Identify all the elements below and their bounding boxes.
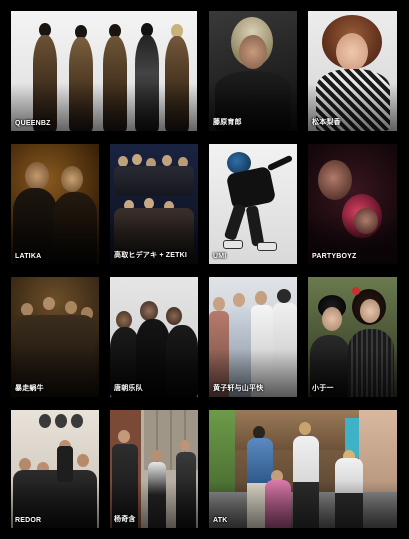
artist-tile-queenbz[interactable]: QUEENBZ [11,11,197,131]
artist-name: QUEENBZ [15,120,51,127]
artist-tile-matsumoto[interactable]: 松本梨香 [308,11,397,131]
artist-tile-xiaoyuyi[interactable]: 小于一 [308,277,397,397]
artist-name: PARTYBOYZ [312,253,357,260]
artist-name: ATK [213,517,228,524]
artist-tile-latika[interactable]: LATIKA [11,144,99,264]
artist-name: 唐朝乐队 [114,385,143,392]
artist-name: 藤原育郎 [213,119,242,126]
artist-photo [209,144,297,264]
artist-tile-umi[interactable]: UMI [209,144,297,264]
artist-tile-atk[interactable]: ATK [209,410,397,528]
artist-name: REDOR [15,517,42,524]
artist-name: UMI [213,253,227,260]
artist-name: 小于一 [312,385,334,392]
artist-name: 暴走蜗牛 [15,385,44,392]
artist-name: 杨奇含 [114,516,136,523]
artist-tile-redor[interactable]: REDOR [11,410,99,528]
artist-tile-huang-zixuan[interactable]: 黄子轩与山平快 [209,277,297,397]
artist-tile-fujiwara[interactable]: 藤原育郎 [209,11,297,131]
artist-tile-yang-qihan[interactable]: 杨奇含 [110,410,198,528]
artist-name: 黄子轩与山平快 [213,385,264,392]
artist-tile-partyboyz[interactable]: PARTYBOYZ [308,144,397,264]
artist-tile-takatori-zetki[interactable]: 高取ヒデアキ + ZETKI [110,144,198,264]
artist-tile-tang-dynasty[interactable]: 唐朝乐队 [110,277,198,397]
artist-name: 松本梨香 [312,119,341,126]
artist-tile-baozou-woniu[interactable]: 暴走蜗牛 [11,277,99,397]
artist-name: 高取ヒデアキ + ZETKI [114,252,187,259]
artist-name: LATIKA [15,253,42,260]
artist-grid-page: { "artists": [ {"label": "QUEENBZ"}, {"l… [0,0,409,539]
